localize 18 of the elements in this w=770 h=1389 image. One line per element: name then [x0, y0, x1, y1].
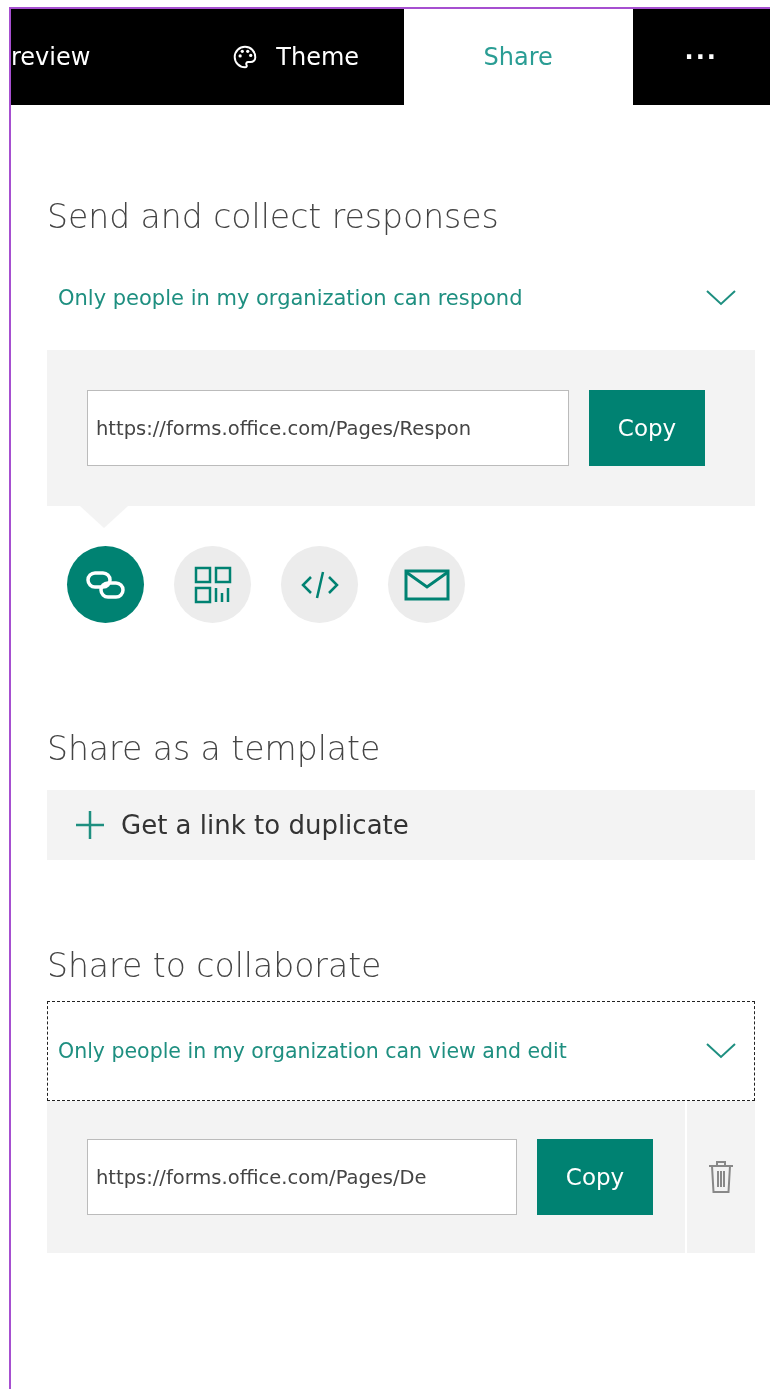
- chevron-down-icon: [706, 290, 736, 306]
- qr-code-icon: [192, 564, 233, 605]
- copy-button[interactable]: Copy: [589, 390, 705, 466]
- code-icon: [299, 569, 340, 600]
- link-field[interactable]: https://forms.office.com/Pages/Respon: [87, 390, 569, 466]
- chain-link-icon: [84, 569, 127, 600]
- envelope-icon: [403, 568, 450, 601]
- section-heading: Share as a template: [47, 729, 382, 768]
- chevron-down-icon: [706, 1043, 736, 1059]
- palette-icon: [232, 44, 259, 70]
- plus-icon: [75, 810, 105, 840]
- section-heading: Share to collaborate: [47, 946, 383, 985]
- link-field[interactable]: https://forms.office.com/Pages/De: [87, 1139, 517, 1215]
- duplicate-link-button[interactable]: Get a link to duplicate: [47, 790, 755, 860]
- permission-dropdown[interactable]: Only people in my organization can view and edit: [47, 1001, 755, 1101]
- trash-icon: [708, 1160, 734, 1194]
- section-heading: Send and collect responses: [47, 197, 500, 236]
- copy-button[interactable]: Copy: [537, 1139, 653, 1215]
